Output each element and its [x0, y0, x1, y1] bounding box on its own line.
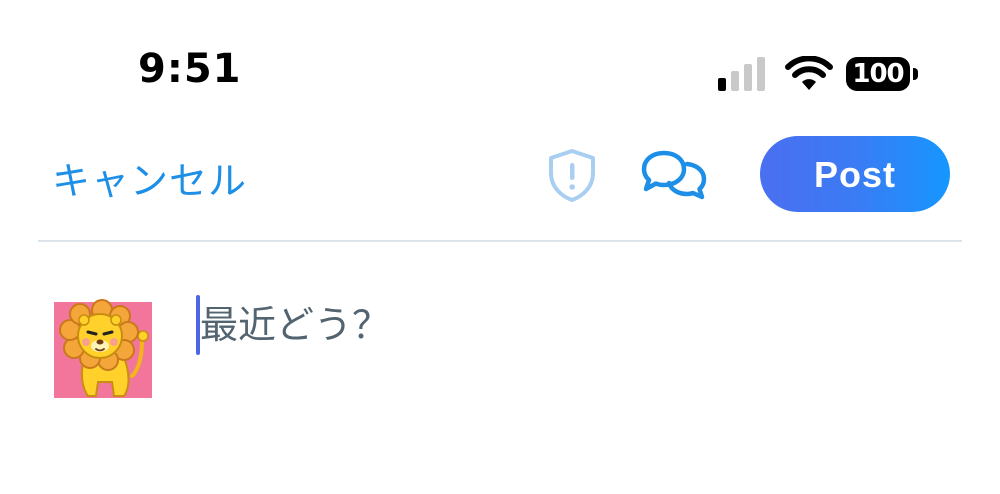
wifi-icon: [785, 56, 833, 90]
composer[interactable]: [196, 295, 936, 355]
status-time: 9:51: [138, 46, 242, 92]
battery-tip: [913, 68, 918, 80]
cellular-signal-icon: [718, 57, 765, 91]
header-divider: [38, 240, 962, 242]
avatar[interactable]: [54, 296, 152, 398]
chat-bubbles-icon[interactable]: [640, 147, 708, 203]
shield-alert-icon[interactable]: [544, 147, 600, 203]
post-text-input[interactable]: [200, 299, 920, 351]
post-button[interactable]: Post: [760, 136, 950, 212]
status-bar: 9:51 100: [0, 0, 1000, 120]
battery-icon: 100: [846, 57, 918, 91]
cancel-button[interactable]: キャンセル: [52, 150, 247, 205]
battery-level: 100: [846, 57, 910, 91]
